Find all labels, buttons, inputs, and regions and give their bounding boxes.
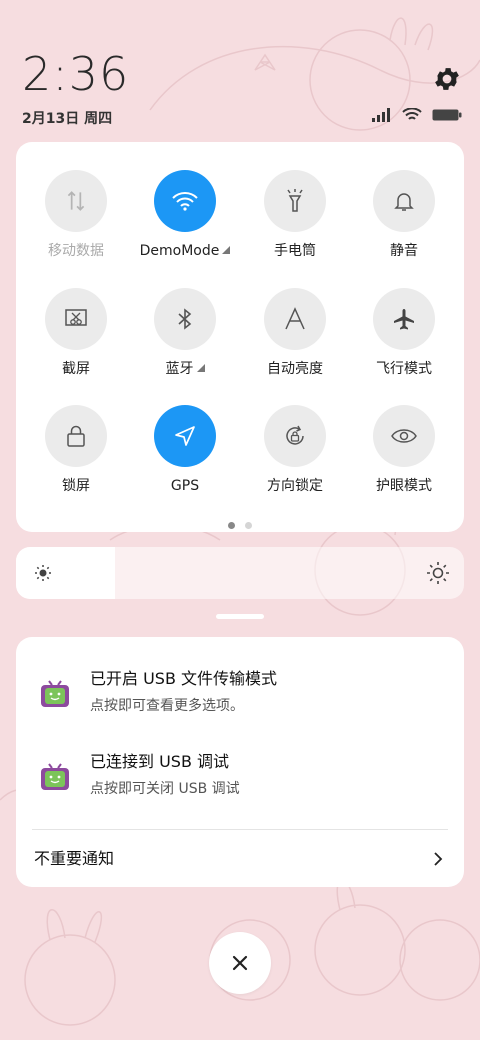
tile-lock-screen[interactable]: 锁屏: [21, 405, 131, 496]
notification-body: 点按即可查看更多选项。: [90, 698, 244, 714]
tile-wifi[interactable]: DemoMode: [130, 170, 240, 261]
tile-silent[interactable]: 静音: [349, 170, 459, 261]
screenshot-icon[interactable]: [45, 288, 107, 350]
clear-all-button[interactable]: [209, 932, 271, 994]
expand-triangle-icon: [222, 246, 231, 254]
tile-label: 截屏: [62, 361, 90, 377]
system-icons: [372, 108, 462, 122]
notification-card: 已开启 USB 文件传输模式 点按即可查看更多选项。 已连接到 USB 调试 点…: [16, 637, 464, 887]
tile-airplane[interactable]: 飞行模式: [349, 288, 459, 379]
tile-bluetooth[interactable]: 蓝牙: [130, 288, 240, 379]
bell-icon[interactable]: [373, 170, 435, 232]
status-area: 2:36 2月13日 周四: [22, 48, 462, 138]
unimportant-notifications-link[interactable]: 不重要通知: [34, 847, 114, 871]
android-tv-icon: [40, 760, 70, 792]
notification-body: 点按即可关闭 USB 调试: [90, 781, 240, 797]
signal-icon: [372, 108, 390, 122]
wifi-icon[interactable]: [154, 170, 216, 232]
close-icon: [232, 955, 248, 971]
tile-flashlight[interactable]: 手电筒: [240, 170, 350, 261]
date: 2月13日 周四: [22, 111, 113, 127]
tile-auto-brightness[interactable]: 自动亮度: [240, 288, 350, 379]
drag-handle[interactable]: [216, 614, 264, 619]
battery-icon: [432, 109, 462, 121]
tile-label: GPS: [170, 478, 200, 494]
notification-usb-debugging[interactable]: 已连接到 USB 调试 点按即可关闭 USB 调试: [40, 750, 440, 810]
rotation-lock-icon[interactable]: [264, 405, 326, 467]
quick-settings-panel: 移动数据 DemoMode 手电筒 静音 截屏 蓝牙 自动亮度 飞行模式 锁屏 …: [16, 142, 464, 532]
tile-screenshot[interactable]: 截屏: [21, 288, 131, 379]
tile-label: 静音: [390, 243, 418, 259]
android-tv-icon: [40, 677, 70, 709]
location-arrow-icon[interactable]: [154, 405, 216, 467]
bluetooth-icon[interactable]: [154, 288, 216, 350]
page-dot: [245, 522, 252, 529]
tile-label: 飞行模式: [376, 361, 432, 377]
gear-icon[interactable]: [432, 64, 462, 94]
tile-label: 锁屏: [62, 478, 90, 494]
tile-rotation-lock[interactable]: 方向锁定: [240, 405, 350, 496]
mobile-data-icon[interactable]: [45, 170, 107, 232]
tile-label: 移动数据: [48, 243, 104, 259]
tile-gps[interactable]: GPS: [130, 405, 240, 496]
expand-triangle-icon: [196, 364, 205, 372]
flashlight-icon[interactable]: [264, 170, 326, 232]
tile-label: 自动亮度: [267, 361, 323, 377]
auto-brightness-icon[interactable]: [264, 288, 326, 350]
notification-title: 已开启 USB 文件传输模式: [90, 669, 278, 688]
brightness-fill: [16, 547, 115, 599]
eye-icon[interactable]: [373, 405, 435, 467]
tile-label: 方向锁定: [267, 478, 323, 494]
divider: [32, 829, 448, 830]
tile-label: 护眼模式: [376, 478, 432, 494]
tile-label: 蓝牙: [165, 361, 194, 377]
lock-icon[interactable]: [45, 405, 107, 467]
tile-eye-care[interactable]: 护眼模式: [349, 405, 459, 496]
wifi-status-icon: [402, 108, 422, 120]
tile-label: 手电筒: [274, 243, 316, 259]
airplane-icon[interactable]: [373, 288, 435, 350]
tile-label: DemoMode: [139, 243, 220, 259]
brightness-slider[interactable]: [16, 547, 464, 599]
chevron-right-icon[interactable]: [430, 851, 446, 867]
tile-mobile-data[interactable]: 移动数据: [21, 170, 131, 261]
page-dot-active: [228, 522, 235, 529]
brightness-low-icon: [33, 563, 53, 587]
page-indicator: [16, 522, 464, 529]
clock: 2:36: [22, 47, 130, 101]
notification-title: 已连接到 USB 调试: [90, 752, 230, 771]
notification-usb-transfer[interactable]: 已开启 USB 文件传输模式 点按即可查看更多选项。: [40, 667, 440, 727]
brightness-high-icon: [426, 561, 450, 589]
